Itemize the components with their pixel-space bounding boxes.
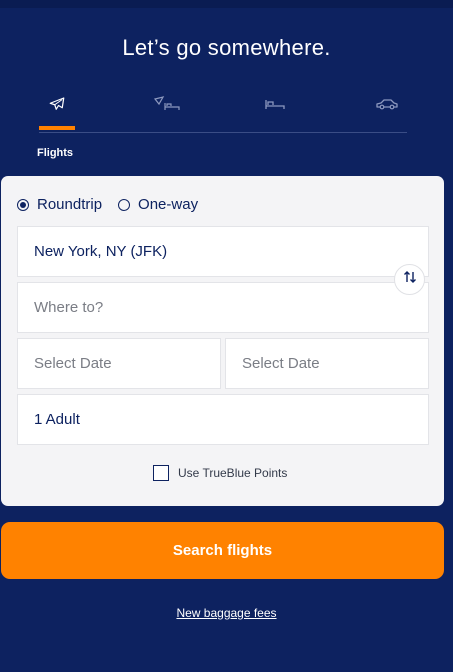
one-way-option[interactable]: One-way <box>118 196 198 213</box>
depart-date-placeholder: Select Date <box>34 355 112 372</box>
active-tab-label: Flights <box>37 147 74 159</box>
roundtrip-label: Roundtrip <box>37 196 103 213</box>
roundtrip-radio[interactable] <box>17 198 29 211</box>
return-date-field[interactable]: Select Date <box>225 338 429 389</box>
to-placeholder: Where to? <box>34 299 104 316</box>
tab-hotel[interactable] <box>257 96 293 116</box>
roundtrip-option[interactable]: Roundtrip <box>17 196 102 213</box>
swap-arrows-icon <box>403 270 417 289</box>
car-icon <box>375 97 399 116</box>
trueblue-points-option[interactable]: Use TrueBlue Points <box>153 465 287 481</box>
tab-flights[interactable] <box>39 95 75 130</box>
to-field[interactable]: Where to? <box>17 282 429 333</box>
trip-type-selector: Roundtrip One-way <box>17 196 198 213</box>
trueblue-points-label: Use TrueBlue Points <box>178 466 288 480</box>
bed-icon <box>264 97 286 116</box>
passengers-field[interactable]: 1 Adult <box>17 394 429 445</box>
top-edge <box>0 0 453 8</box>
baggage-fees-link[interactable]: New baggage fees <box>0 606 453 620</box>
depart-date-field[interactable]: Select Date <box>17 338 221 389</box>
swap-airports-button[interactable] <box>394 264 425 295</box>
search-flights-button[interactable]: Search flights <box>1 522 444 579</box>
one-way-radio[interactable] <box>118 198 131 211</box>
one-way-label: One-way <box>138 196 199 213</box>
booking-type-tabs <box>39 94 407 133</box>
page-title: Let’s go somewhere. <box>122 35 331 60</box>
tab-car[interactable] <box>369 96 405 116</box>
return-date-placeholder: Select Date <box>242 355 320 372</box>
from-field[interactable]: New York, NY (JFK) <box>17 226 429 277</box>
from-value: New York, NY (JFK) <box>34 243 168 260</box>
plane-icon <box>48 95 66 118</box>
flight-search-card: Roundtrip One-way New York, NY (JFK) Whe… <box>1 176 444 506</box>
tab-flight-hotel[interactable] <box>149 95 185 118</box>
plane-bed-icon <box>153 95 181 118</box>
passengers-value: 1 Adult <box>34 411 80 428</box>
trueblue-points-checkbox[interactable] <box>153 465 169 481</box>
